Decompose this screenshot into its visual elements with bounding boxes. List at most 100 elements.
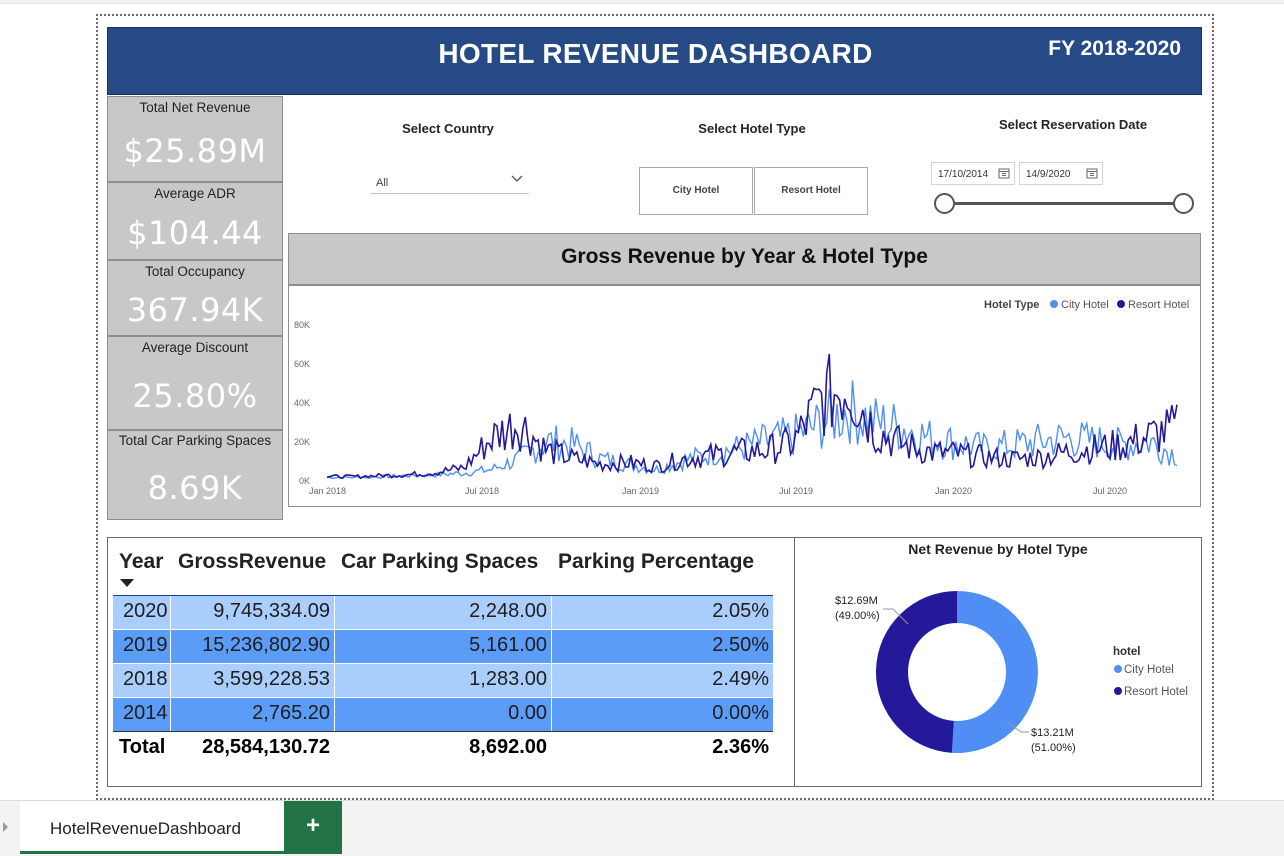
tab-hotel-revenue-dashboard[interactable]: HotelRevenueDashboard	[20, 801, 284, 854]
cell-parking-percentage: 0.00%	[712, 702, 769, 724]
resort-percent-label: (49.00%)	[835, 610, 880, 622]
date-range-start-handle[interactable]	[934, 193, 955, 214]
cell-year: 2014	[123, 702, 168, 724]
dashboard-banner: HOTEL REVENUE DASHBOARD FY 2018-2020	[107, 27, 1202, 95]
x-tick-jan-2018: Jan 2018	[309, 486, 346, 496]
country-dropdown-value: All	[376, 177, 389, 189]
x-tick-jul-2020: Jul 2020	[1093, 486, 1127, 496]
kpi-label: Total Net Revenue	[139, 100, 251, 115]
donut-title: Net Revenue by Hotel Type	[908, 541, 1088, 557]
line-chart-title: Gross Revenue by Year & Hotel Type	[561, 245, 928, 268]
sort-descending-icon[interactable]	[120, 579, 134, 588]
fiscal-year-label: FY 2018-2020	[1048, 37, 1181, 60]
line-chart-header: Gross Revenue by Year & Hotel Type	[288, 233, 1201, 285]
x-tick-jul-2019: Jul 2019	[779, 486, 813, 496]
y-tick-0k: 0K	[299, 476, 310, 486]
kpi-average-discount: Average Discount 25.80%	[107, 336, 283, 430]
legend-title: Hotel Type	[984, 299, 1039, 311]
kpi-value: 8.69K	[147, 469, 243, 507]
legend-resort-marker	[1117, 300, 1125, 308]
city-percent-label: (51.00%)	[1031, 742, 1076, 754]
table-row[interactable]: 2018 3,599,228.53 1,283.00 2.49%	[113, 664, 773, 697]
y-tick-60k: 60K	[294, 359, 310, 369]
kpi-value: 367.94K	[126, 291, 264, 329]
city-value-label: $13.21M	[1031, 727, 1074, 739]
cell-parking-percentage: 2.50%	[712, 634, 769, 656]
country-dropdown[interactable]: All	[370, 170, 529, 194]
header-gross-revenue[interactable]: GrossRevenue	[178, 550, 326, 574]
start-date-value: 17/10/2014	[938, 169, 989, 180]
series-line-city-hotel	[326, 380, 1178, 480]
y-tick-40k: 40K	[294, 398, 310, 408]
cell-year: 2019	[123, 634, 168, 656]
header-parking-spaces[interactable]: Car Parking Spaces	[341, 550, 538, 574]
table-row[interactable]: 2019 15,236,802.90 5,161.00 2.50%	[113, 630, 773, 663]
resort-value-label: $12.69M	[835, 595, 878, 607]
kpi-value: 25.80%	[132, 377, 258, 415]
donut-chart-panel: Net Revenue by Hotel Type $12.69M (49.00…	[794, 537, 1202, 787]
kpi-label: Total Car Parking Spaces	[118, 433, 272, 448]
kpi-value: $104.44	[127, 214, 263, 252]
legend-resort-label: Resort Hotel	[1128, 299, 1189, 311]
y-tick-20k: 20K	[294, 437, 310, 447]
table-row[interactable]: 2020 9,745,334.09 2,248.00 2.05%	[113, 596, 773, 629]
calendar-icon[interactable]	[998, 167, 1010, 179]
top-strip	[0, 0, 1284, 4]
x-tick-jan-2020: Jan 2020	[935, 486, 972, 496]
header-parking-percentage[interactable]: Parking Percentage	[558, 550, 754, 574]
donut-legend-resort-label: Resort Hotel	[1124, 686, 1188, 698]
kpi-label: Average ADR	[154, 186, 236, 201]
start-date-input[interactable]: 17/10/2014	[931, 162, 1015, 185]
date-range-end-handle[interactable]	[1173, 193, 1194, 214]
tab-scroll-left-icon[interactable]	[3, 822, 8, 832]
cell-parking-percentage: 2.05%	[712, 600, 769, 622]
donut-legend-city-marker	[1114, 665, 1122, 673]
city-hotel-tile[interactable]: City Hotel	[639, 167, 753, 215]
legend-city-marker	[1050, 300, 1058, 308]
resort-hotel-tile[interactable]: Resort Hotel	[754, 167, 868, 215]
donut-legend-resort-marker	[1114, 687, 1122, 695]
kpi-total-occupancy: Total Occupancy 367.94K	[107, 260, 283, 336]
y-tick-80k: 80K	[294, 320, 310, 330]
kpi-label: Average Discount	[141, 340, 249, 355]
table-row[interactable]: 2014 2,765.20 0.00 0.00%	[113, 698, 773, 731]
cell-parking-percentage: 2.49%	[712, 668, 769, 690]
date-slicer-title: Select Reservation Date	[998, 117, 1148, 132]
sheet-tab-bar: HotelRevenueDashboard +	[0, 800, 1284, 856]
cell-gross-revenue: 9,745,334.09	[213, 600, 330, 622]
cell-total-label: Total	[119, 736, 166, 758]
cell-gross-revenue: 15,236,802.90	[202, 634, 330, 656]
cell-gross-revenue: 3,599,228.53	[213, 668, 330, 690]
kpi-value: $25.89M	[123, 132, 267, 170]
cell-total-parking-spaces: 8,692.00	[469, 736, 547, 758]
country-slicer-title: Select Country	[402, 121, 494, 136]
net-revenue-donut-chart: Net Revenue by Hotel Type $12.69M (49.00…	[835, 541, 1188, 754]
cell-total-parking-percentage: 2.36%	[712, 736, 769, 758]
series-line-resort-hotel	[326, 353, 1178, 480]
cell-parking-spaces: 5,161.00	[469, 634, 547, 656]
cell-total-gross-revenue: 28,584,130.72	[202, 736, 330, 758]
calendar-icon[interactable]	[1086, 167, 1098, 179]
kpi-total-net-revenue: Total Net Revenue $25.89M	[107, 96, 283, 182]
date-range-track[interactable]	[944, 202, 1184, 205]
tab-label: HotelRevenueDashboard	[50, 819, 241, 838]
end-date-input[interactable]: 14/9/2020	[1019, 162, 1103, 185]
cell-parking-spaces: 0.00	[508, 702, 547, 724]
revenue-table: Year GrossRevenue Car Parking Spaces Par…	[107, 537, 795, 787]
table-total-row: Total 28,584,130.72 8,692.00 2.36%	[113, 732, 773, 765]
hotel-type-slicer-title: Select Hotel Type	[698, 121, 806, 136]
cell-year: 2020	[123, 600, 168, 622]
gross-revenue-line-chart: Hotel Type City Hotel Resort Hotel 80K 6…	[294, 299, 1189, 496]
kpi-label: Total Occupancy	[145, 264, 245, 279]
donut-hole	[908, 623, 1006, 721]
x-tick-jul-2018: Jul 2018	[465, 486, 499, 496]
legend-city-label: City Hotel	[1061, 299, 1109, 311]
cell-parking-spaces: 1,283.00	[469, 668, 547, 690]
add-sheet-button[interactable]: +	[284, 801, 342, 854]
cell-year: 2018	[123, 668, 168, 690]
line-chart-panel: Hotel Type City Hotel Resort Hotel 80K 6…	[288, 285, 1201, 507]
header-year[interactable]: Year	[119, 550, 163, 574]
dashboard-title: HOTEL REVENUE DASHBOARD	[438, 38, 873, 69]
donut-legend-city-label: City Hotel	[1124, 664, 1174, 676]
kpi-total-car-parking: Total Car Parking Spaces 8.69K	[107, 430, 283, 520]
